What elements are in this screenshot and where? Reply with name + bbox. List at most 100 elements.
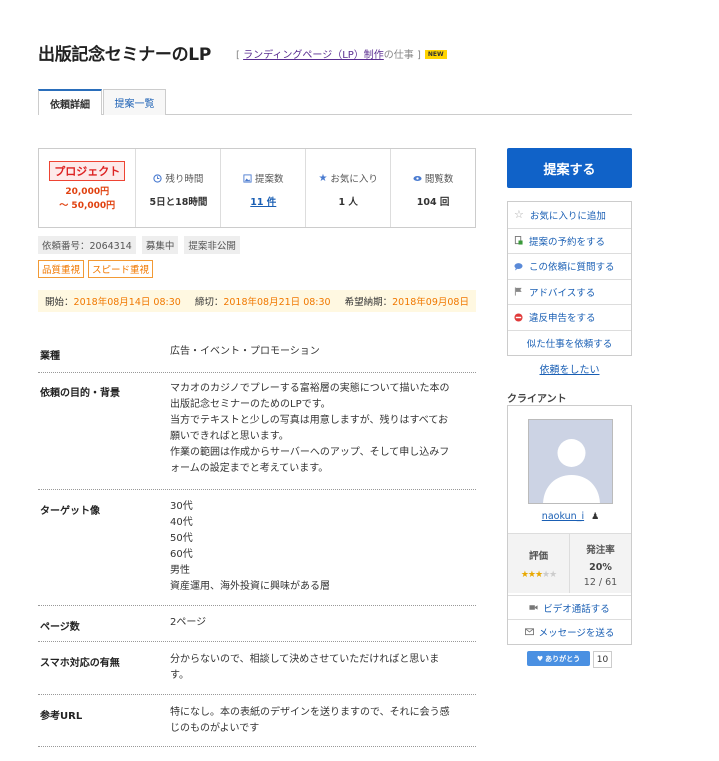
detail-key: ターゲット像 xyxy=(40,506,100,517)
order-count: 12 / 61 xyxy=(583,577,618,588)
detail-value: 30代 40代 50代 60代 男性 資産運用、海外投資に興味がある層 xyxy=(170,501,330,592)
detail-key: スマホ対応の有無 xyxy=(40,658,120,669)
detail-row-reference-url: 参考URL 特になし。本の表紙のデザインを送りますので、それに会う感 じのものが… xyxy=(38,694,476,747)
delivery-date: 2018年09月08日 xyxy=(392,297,469,308)
detail-row-smartphone: スマホ対応の有無 分からないので、相談して決めさせていただければと思いま す。 xyxy=(38,641,476,694)
delivery-label: 希望納期： xyxy=(344,297,393,308)
favorites-label: お気に入り xyxy=(330,174,378,185)
start-date: 2018年08月14日 08:30 xyxy=(73,297,181,308)
detail-value: 広告・イベント・プロモーション xyxy=(170,346,320,357)
prohibited-icon xyxy=(514,313,523,322)
start-label: 開始： xyxy=(45,297,74,308)
speed-tag: スピード重視 xyxy=(88,260,154,278)
thanks-count: 10 xyxy=(593,651,612,668)
client-heading: クライアント xyxy=(507,394,567,405)
detail-key: ページ数 xyxy=(40,622,80,633)
deadline-label: 締切： xyxy=(194,297,224,308)
category-breadcrumb: [ ランディングページ（LP）制作の仕事 ] NEW xyxy=(236,46,447,61)
remaining-label: 残り時間 xyxy=(165,174,204,185)
detail-value: 特になし。本の表紙のデザインを送りますので、それに会う感 じのものがよいです xyxy=(170,707,450,734)
advise-button[interactable]: アドバイスする xyxy=(508,278,631,305)
flag-icon xyxy=(514,287,522,296)
video-call-label: ビデオ通話する xyxy=(543,603,610,615)
detail-key: 参考URL xyxy=(40,711,83,722)
category-link[interactable]: ランディングページ（LP）制作 xyxy=(243,50,384,61)
action-label: この依頼に質問する xyxy=(529,262,615,274)
request-number: 依頼番号：2064314 xyxy=(38,236,136,254)
page-title: 出版記念セミナーのLP xyxy=(38,45,211,65)
remaining-time-cell: 残り時間 5日と18時間 xyxy=(135,149,220,227)
request-similar-button[interactable]: 似た仕事を依頼する xyxy=(508,329,631,356)
thanks-button[interactable]: ♥ ありがとう xyxy=(527,651,590,666)
ask-question-button[interactable]: この依頼に質問する xyxy=(508,253,631,279)
budget-range: 20,000円 ～ 50,000円 xyxy=(59,185,115,213)
order-rate-stat: 発注率 20% 12 / 61 xyxy=(569,534,631,593)
eye-icon xyxy=(413,175,422,181)
schedule-bar: 開始：2018年08月14日 08:30 締切：2018年08月21日 08:3… xyxy=(38,290,476,312)
order-rate-value: 20% xyxy=(589,562,612,573)
price-min: 20,000円 xyxy=(65,187,110,197)
propose-button[interactable]: 提案する xyxy=(507,148,632,188)
proposals-label: 提案数 xyxy=(255,174,284,185)
rating-label: 評価 xyxy=(528,551,548,562)
image-icon xyxy=(243,173,252,183)
new-badge: NEW xyxy=(424,50,447,59)
default-user-icon xyxy=(543,439,600,503)
tab-proposal-list[interactable]: 提案一覧 xyxy=(103,89,166,115)
star-outline-icon: ☆ xyxy=(514,208,524,222)
detail-row-industry: 業種 広告・イベント・プロモーション xyxy=(38,338,476,372)
send-message-button[interactable]: メッセージを送る xyxy=(508,619,631,643)
envelope-icon xyxy=(524,628,534,636)
summary-box: プロジェクト 20,000円 ～ 50,000円 残り時間 5日と18時間 提案… xyxy=(38,148,476,228)
favorites-value: 1 人 xyxy=(338,197,358,208)
user-status-icon: ♟ xyxy=(591,512,600,522)
speech-bubble-icon xyxy=(514,262,523,271)
detail-row-target: ターゲット像 30代 40代 50代 60代 男性 資産運用、海外投資に興味があ… xyxy=(38,489,476,605)
priority-tags: 品質重視 スピード重視 xyxy=(38,260,154,278)
send-message-label: メッセージを送る xyxy=(538,627,615,639)
order-rate-label: 発注率 xyxy=(586,545,615,556)
action-label: 似た仕事を依頼する xyxy=(526,338,613,350)
heart-icon: ♥ xyxy=(536,654,544,663)
detail-row-purpose: 依頼の目的・背景 マカオのカジノでプレーする富裕層の実態について描いた本の 出版… xyxy=(38,372,476,489)
views-cell: 閲覧数 104 回 xyxy=(390,149,475,227)
budget-cell: プロジェクト 20,000円 ～ 50,000円 xyxy=(39,149,135,227)
add-favorite-button[interactable]: ☆ お気に入りに追加 xyxy=(508,202,631,228)
client-card: naokun_i ♟ 評価 ★★★★★ 発注率 20% 12 / 61 ビデオ通… xyxy=(507,405,632,645)
avatar[interactable] xyxy=(528,419,613,504)
action-label: 違反申告をする xyxy=(529,313,596,325)
action-label: 提案の予約をする xyxy=(529,236,606,248)
want-to-request-link[interactable]: 依頼をしたい xyxy=(507,361,632,376)
category-suffix: の仕事 ] xyxy=(383,50,421,61)
visibility-badge: 提案非公開 xyxy=(184,236,240,254)
detail-value: 2ページ xyxy=(170,617,207,628)
proposals-cell: 提案数 11 件 xyxy=(220,149,305,227)
video-call-button[interactable]: ビデオ通話する xyxy=(508,595,631,619)
remaining-value: 5日と18時間 xyxy=(149,197,208,208)
reserve-proposal-button[interactable]: 提案の予約をする xyxy=(508,227,631,254)
action-label: お気に入りに追加 xyxy=(529,210,606,222)
client-stats: 評価 ★★★★★ 発注率 20% 12 / 61 xyxy=(508,533,631,593)
views-value: 104 回 xyxy=(416,197,450,208)
document-add-icon xyxy=(514,236,523,245)
star-icon: ★ xyxy=(318,172,328,184)
report-violation-button[interactable]: 違反申告をする xyxy=(508,304,631,330)
request-meta: 依頼番号：2064314 募集中 提案非公開 xyxy=(38,236,240,254)
detail-key: 依頼の目的・背景 xyxy=(40,388,120,399)
quality-tag: 品質重視 xyxy=(38,260,85,278)
detail-value: マカオのカジノでプレーする富裕層の実態について描いた本の 出版記念セミナーのため… xyxy=(170,383,450,474)
views-label: 閲覧数 xyxy=(424,174,454,185)
deadline-date: 2018年08月21日 08:30 xyxy=(223,297,331,308)
rating-stat: 評価 ★★★★★ xyxy=(508,534,569,593)
client-username-link[interactable]: naokun_i xyxy=(542,511,584,522)
proposals-count-link[interactable]: 11 件 xyxy=(250,197,276,208)
project-badge: プロジェクト xyxy=(49,161,126,181)
detail-row-pages: ページ数 2ページ xyxy=(38,605,476,641)
favorites-cell: ★ お気に入り 1 人 xyxy=(305,149,390,227)
thanks-label: ありがとう xyxy=(545,654,581,663)
detail-key: 業種 xyxy=(40,351,60,362)
video-camera-icon xyxy=(529,605,538,610)
tab-request-details[interactable]: 依頼詳細 xyxy=(38,89,102,115)
action-menu: ☆ お気に入りに追加 提案の予約をする この依頼に質問する アドバイスする 違反… xyxy=(507,201,632,356)
detail-value: 分からないので、相談して決めさせていただければと思いま す。 xyxy=(170,654,440,681)
